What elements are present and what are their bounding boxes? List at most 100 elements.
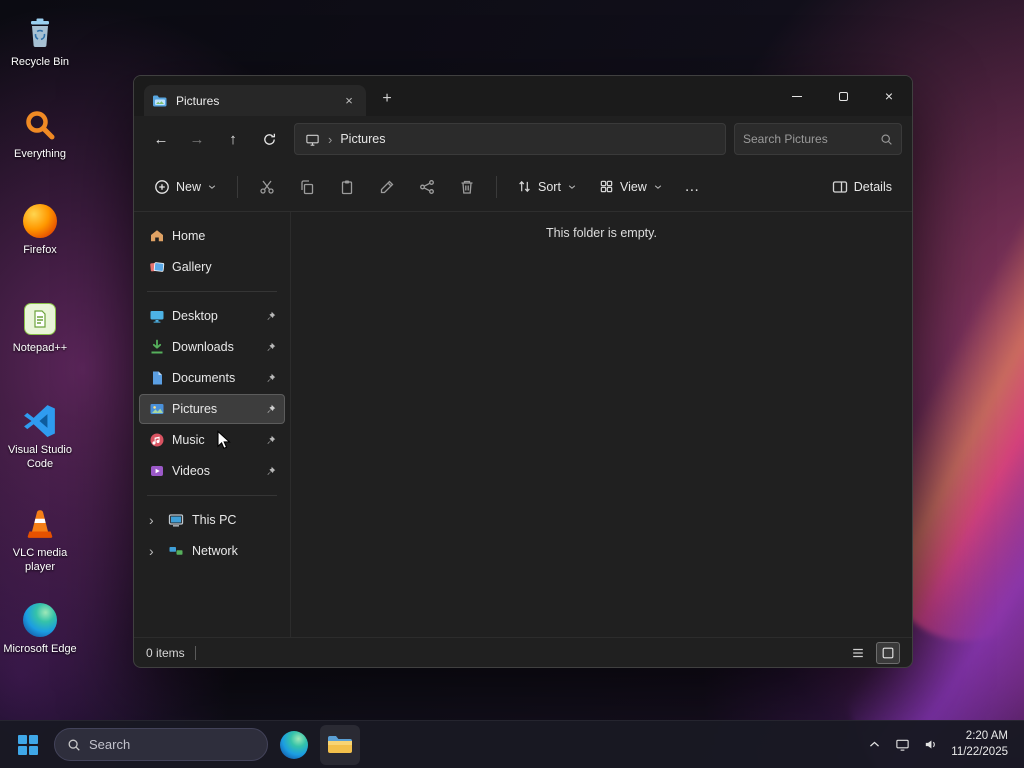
taskbar-clock[interactable]: 2:20 AM 11/22/2025 [945,729,1016,760]
up-button[interactable]: ↑ [216,123,250,155]
desktop-icon-recycle-bin[interactable]: Recycle Bin [2,14,78,70]
home-icon [149,228,165,244]
pin-icon [265,404,276,415]
address-bar[interactable]: › Pictures [294,123,726,155]
tray-volume-button[interactable] [917,725,943,765]
taskbar-search-input[interactable] [89,737,255,752]
desktop-icon-label: Everything [14,148,66,160]
sidebar-item-label: Home [172,229,206,243]
sidebar-item-this-pc[interactable]: › This PC [139,505,285,535]
sidebar-item-home[interactable]: Home [139,221,285,251]
details-view-toggle[interactable] [846,642,870,664]
view-button[interactable]: View [589,170,673,204]
sidebar-item-label: Downloads [172,340,234,354]
sort-button[interactable]: Sort [507,170,587,204]
network-icon [896,739,909,751]
sidebar-item-downloads[interactable]: Downloads [139,332,285,362]
back-button[interactable]: ← [144,123,178,155]
desktop-icon-edge[interactable]: Microsoft Edge [2,601,78,657]
details-button[interactable]: Details [822,170,902,204]
chevron-down-icon [654,184,661,189]
view-icon [600,180,613,193]
explorer-search-input[interactable] [743,132,874,146]
start-button[interactable] [8,725,48,765]
delete-icon [461,180,473,194]
tab-close-button[interactable]: × [340,92,358,110]
new-tab-button[interactable]: + [372,85,402,113]
breadcrumb-separator: › [328,131,333,147]
sidebar-item-music[interactable]: Music [139,425,285,455]
breadcrumb-location[interactable]: Pictures [340,132,385,146]
desktop-icon-firefox[interactable]: Firefox [2,202,78,258]
rename-icon [380,180,394,193]
sidebar-item-documents[interactable]: Documents [139,363,285,393]
sidebar-item-videos[interactable]: Videos [139,456,285,486]
sort-button-label: Sort [538,179,561,194]
pin-icon [265,435,276,446]
see-more-button[interactable]: … [675,170,709,204]
tab-pictures[interactable]: Pictures × [144,85,366,116]
close-button[interactable]: × [866,76,912,116]
cut-button[interactable] [248,170,286,204]
forward-button[interactable]: → [180,123,214,155]
expand-chevron-icon[interactable]: › [149,544,154,558]
paste-button[interactable] [328,170,366,204]
desktop-icon-vscode[interactable]: Visual Studio Code [2,402,78,472]
list-view-icon [853,648,863,657]
desktop-icon-everything[interactable]: Everything [2,106,78,162]
edge-icon [21,601,59,639]
everything-icon [21,106,59,144]
chevron-up-icon [869,741,879,747]
sidebar-item-gallery[interactable]: Gallery [139,252,285,282]
desktop-icon-vlc[interactable]: VLC media player [2,505,78,575]
desktop-icon-label: Notepad++ [12,342,68,354]
empty-folder-message: This folder is empty. [546,226,657,240]
sidebar-item-network[interactable]: › Network [139,536,285,566]
taskbar-edge-button[interactable] [274,725,314,765]
maximize-button[interactable] [820,76,866,116]
gallery-icon [149,259,165,275]
refresh-button[interactable] [252,123,286,155]
pin-icon [265,373,276,384]
tab-title: Pictures [176,93,220,108]
sidebar-item-pictures[interactable]: Pictures [139,394,285,424]
desktop-icon-label: Microsoft Edge [3,643,77,655]
sort-icon [519,180,530,193]
search-icon [68,739,80,751]
command-bar: New Sort View … Details [134,162,912,212]
desktop-icon-notepadpp[interactable]: Notepad++ [2,300,78,356]
tray-overflow-chevron[interactable] [861,725,887,765]
new-button[interactable]: New [144,170,227,204]
pictures-folder-icon [153,95,167,106]
large-icons-view-toggle[interactable] [876,641,900,664]
pin-icon [265,466,276,477]
taskbar: 2:20 AM 11/22/2025 [0,720,1024,768]
sidebar-separator [147,291,277,292]
explorer-search-box[interactable] [734,123,902,155]
thumbnail-view-icon [882,647,894,658]
new-button-label: New [176,179,202,194]
minimize-button[interactable] [774,76,820,116]
sidebar-item-desktop[interactable]: Desktop [139,301,285,331]
share-button[interactable] [408,170,446,204]
folder-content-area[interactable]: This folder is empty. [291,212,912,637]
sidebar-item-label: Videos [172,464,210,478]
tray-network-button[interactable] [889,725,915,765]
desktop-icon-label: Visual Studio Code [7,444,72,470]
search-icon [881,133,892,145]
navigation-pane: Home Gallery Desktop Downloads Documents… [134,212,290,637]
sidebar-item-label: Music [172,433,205,447]
taskbar-file-explorer-button[interactable] [320,724,360,765]
sidebar-item-label: This PC [192,513,237,527]
taskbar-search-box[interactable] [54,728,268,761]
sidebar-item-label: Gallery [172,260,212,274]
desktop-icon-label: Recycle Bin [10,56,70,68]
sidebar-item-label: Network [192,544,238,558]
pin-icon [265,311,276,322]
clock-time: 2:20 AM [965,729,1008,742]
rename-button[interactable] [368,170,406,204]
expand-chevron-icon[interactable]: › [149,513,154,527]
sidebar-item-label: Documents [172,371,236,385]
delete-button[interactable] [448,170,486,204]
copy-button[interactable] [288,170,326,204]
